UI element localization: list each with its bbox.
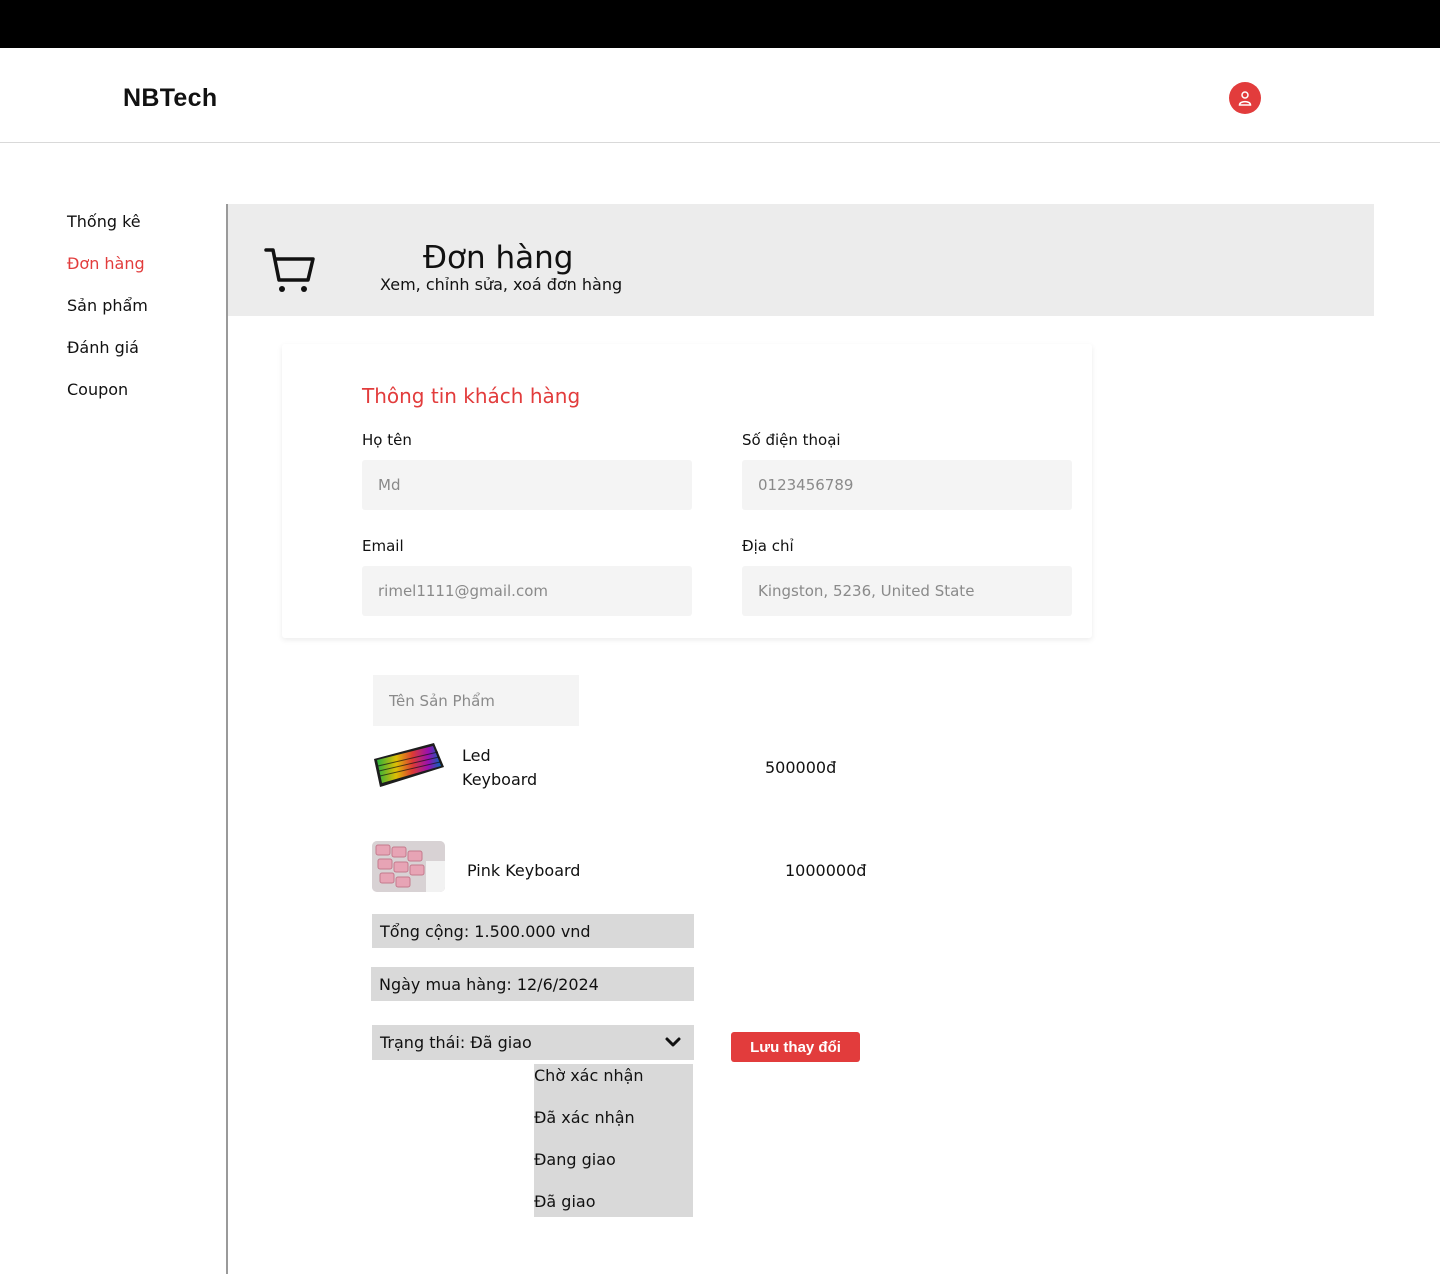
- app-header: NBTech: [0, 48, 1440, 143]
- phone-label: Số điện thoại: [742, 431, 841, 449]
- page-title: Đơn hàng: [423, 240, 574, 276]
- customer-info-card: Thông tin khách hàng Họ tên Số điện thoạ…: [282, 344, 1092, 638]
- email-label: Email: [362, 537, 404, 555]
- page-subtitle: Xem, chỉnh sửa, xoá đơn hàng: [380, 275, 623, 294]
- sidebar-item-products[interactable]: Sản phẩm: [67, 294, 217, 336]
- chevron-down-icon: [665, 1037, 681, 1047]
- address-field[interactable]: [742, 566, 1072, 616]
- status-option-delivered[interactable]: Đã giao: [534, 1190, 693, 1232]
- status-select-value: Trạng thái: Đã giao: [380, 1033, 532, 1052]
- phone-field[interactable]: [742, 460, 1072, 510]
- product-name-input[interactable]: [373, 675, 579, 726]
- sidebar-item-statistics[interactable]: Thống kê: [67, 210, 217, 252]
- brand-logo[interactable]: NBTech: [123, 84, 217, 113]
- name-field[interactable]: [362, 460, 692, 510]
- email-field[interactable]: [362, 566, 692, 616]
- save-changes-button[interactable]: Lưu thay đổi: [731, 1032, 860, 1062]
- pink-keyboard-image: [372, 841, 445, 892]
- led-keyboard-image: [372, 741, 446, 791]
- name-label: Họ tên: [362, 431, 412, 449]
- status-select[interactable]: Trạng thái: Đã giao: [372, 1025, 694, 1060]
- sidebar-item-coupon[interactable]: Coupon: [67, 378, 217, 420]
- status-option-pending[interactable]: Chờ xác nhận: [534, 1064, 693, 1106]
- status-option-confirmed[interactable]: Đã xác nhận: [534, 1106, 693, 1148]
- user-icon: [1238, 91, 1252, 106]
- sidebar-divider: [226, 204, 228, 1274]
- customer-info-title: Thông tin khách hàng: [362, 384, 581, 408]
- sidebar-item-orders[interactable]: Đơn hàng: [67, 252, 217, 294]
- status-dropdown-menu: Chờ xác nhận Đã xác nhận Đang giao Đã gi…: [534, 1064, 693, 1217]
- product-price: 500000đ: [765, 758, 837, 777]
- product-name: Led Keyboard: [462, 746, 538, 789]
- user-avatar-button[interactable]: [1229, 82, 1261, 114]
- address-label: Địa chỉ: [742, 537, 794, 555]
- sidebar-item-reviews[interactable]: Đánh giá: [67, 336, 217, 378]
- order-date: Ngày mua hàng: 12/6/2024: [371, 967, 694, 1001]
- status-option-shipping[interactable]: Đang giao: [534, 1148, 693, 1190]
- product-name: Pink Keyboard: [467, 861, 581, 880]
- product-price: 1000000đ: [785, 861, 867, 880]
- page-banner: Đơn hàng Xem, chỉnh sửa, xoá đơn hàng: [228, 204, 1374, 316]
- sidebar-nav: Thống kê Đơn hàng Sản phẩm Đánh giá Coup…: [67, 210, 217, 420]
- cart-icon: [264, 248, 315, 292]
- top-black-bar: [0, 0, 1440, 48]
- order-total: Tổng cộng: 1.500.000 vnd: [372, 914, 694, 948]
